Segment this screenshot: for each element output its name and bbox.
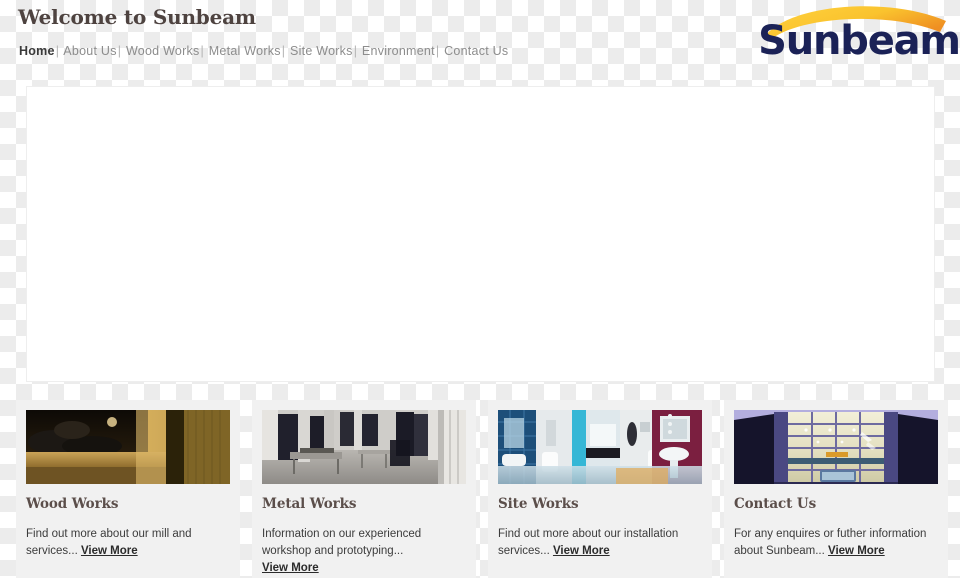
- card-description: Information on our experienced workshop …: [262, 526, 462, 577]
- card-title: Metal Works: [262, 496, 357, 512]
- view-more-link[interactable]: View More: [553, 545, 610, 557]
- card-title: Site Works: [498, 496, 579, 512]
- card-title: Contact Us: [734, 496, 817, 512]
- nav-item-contact-us[interactable]: Contact Us: [444, 44, 508, 58]
- feature-cards-row: Wood Works Find out more about our mill …: [16, 400, 948, 578]
- svg-text:Sunbeam: Sunbeam: [760, 18, 958, 58]
- feature-card-contact-us[interactable]: Contact Us For any enquires or futher in…: [724, 400, 948, 578]
- nav-separator: |: [55, 44, 60, 58]
- main-content-stage: [26, 86, 935, 382]
- card-description: Find out more about our mill and service…: [26, 526, 226, 560]
- wood-works-thumbnail[interactable]: [26, 410, 230, 484]
- nav-item-wood-works[interactable]: Wood Works: [126, 44, 200, 58]
- view-more-link[interactable]: View More: [81, 545, 138, 557]
- card-description: Find out more about our installation ser…: [498, 526, 698, 560]
- sunbeam-logo[interactable]: Sunbeam: [760, 2, 958, 58]
- nav-item-home[interactable]: Home: [19, 44, 55, 58]
- card-description: For any enquires or futher information a…: [734, 526, 934, 560]
- feature-card-site-works[interactable]: Site Works Find out more about our insta…: [488, 400, 712, 578]
- nav-separator: |: [353, 44, 358, 58]
- nav-item-about-us[interactable]: About Us: [63, 44, 116, 58]
- nav-separator: |: [281, 44, 286, 58]
- feature-card-wood-works[interactable]: Wood Works Find out more about our mill …: [16, 400, 240, 578]
- card-description-text: Information on our experienced workshop …: [262, 528, 422, 557]
- site-works-thumbnail[interactable]: [498, 410, 702, 484]
- nav-item-metal-works[interactable]: Metal Works: [209, 44, 281, 58]
- view-more-link[interactable]: View More: [828, 545, 885, 557]
- nav-separator: |: [117, 44, 122, 58]
- nav-separator: |: [200, 44, 205, 58]
- main-navigation: Home| About Us| Wood Works| Metal Works|…: [19, 44, 508, 58]
- contact-us-thumbnail[interactable]: [734, 410, 938, 484]
- metal-works-thumbnail[interactable]: [262, 410, 466, 484]
- page-root: Welcome to Sunbeam Home| About Us| Wood …: [0, 0, 960, 578]
- card-title: Wood Works: [26, 496, 119, 512]
- feature-card-metal-works[interactable]: Metal Works Information on our experienc…: [252, 400, 476, 578]
- nav-item-site-works[interactable]: Site Works: [290, 44, 353, 58]
- page-title: Welcome to Sunbeam: [18, 5, 256, 29]
- view-more-link[interactable]: View More: [262, 562, 319, 574]
- nav-separator: |: [435, 44, 440, 58]
- nav-item-environment[interactable]: Environment: [362, 44, 435, 58]
